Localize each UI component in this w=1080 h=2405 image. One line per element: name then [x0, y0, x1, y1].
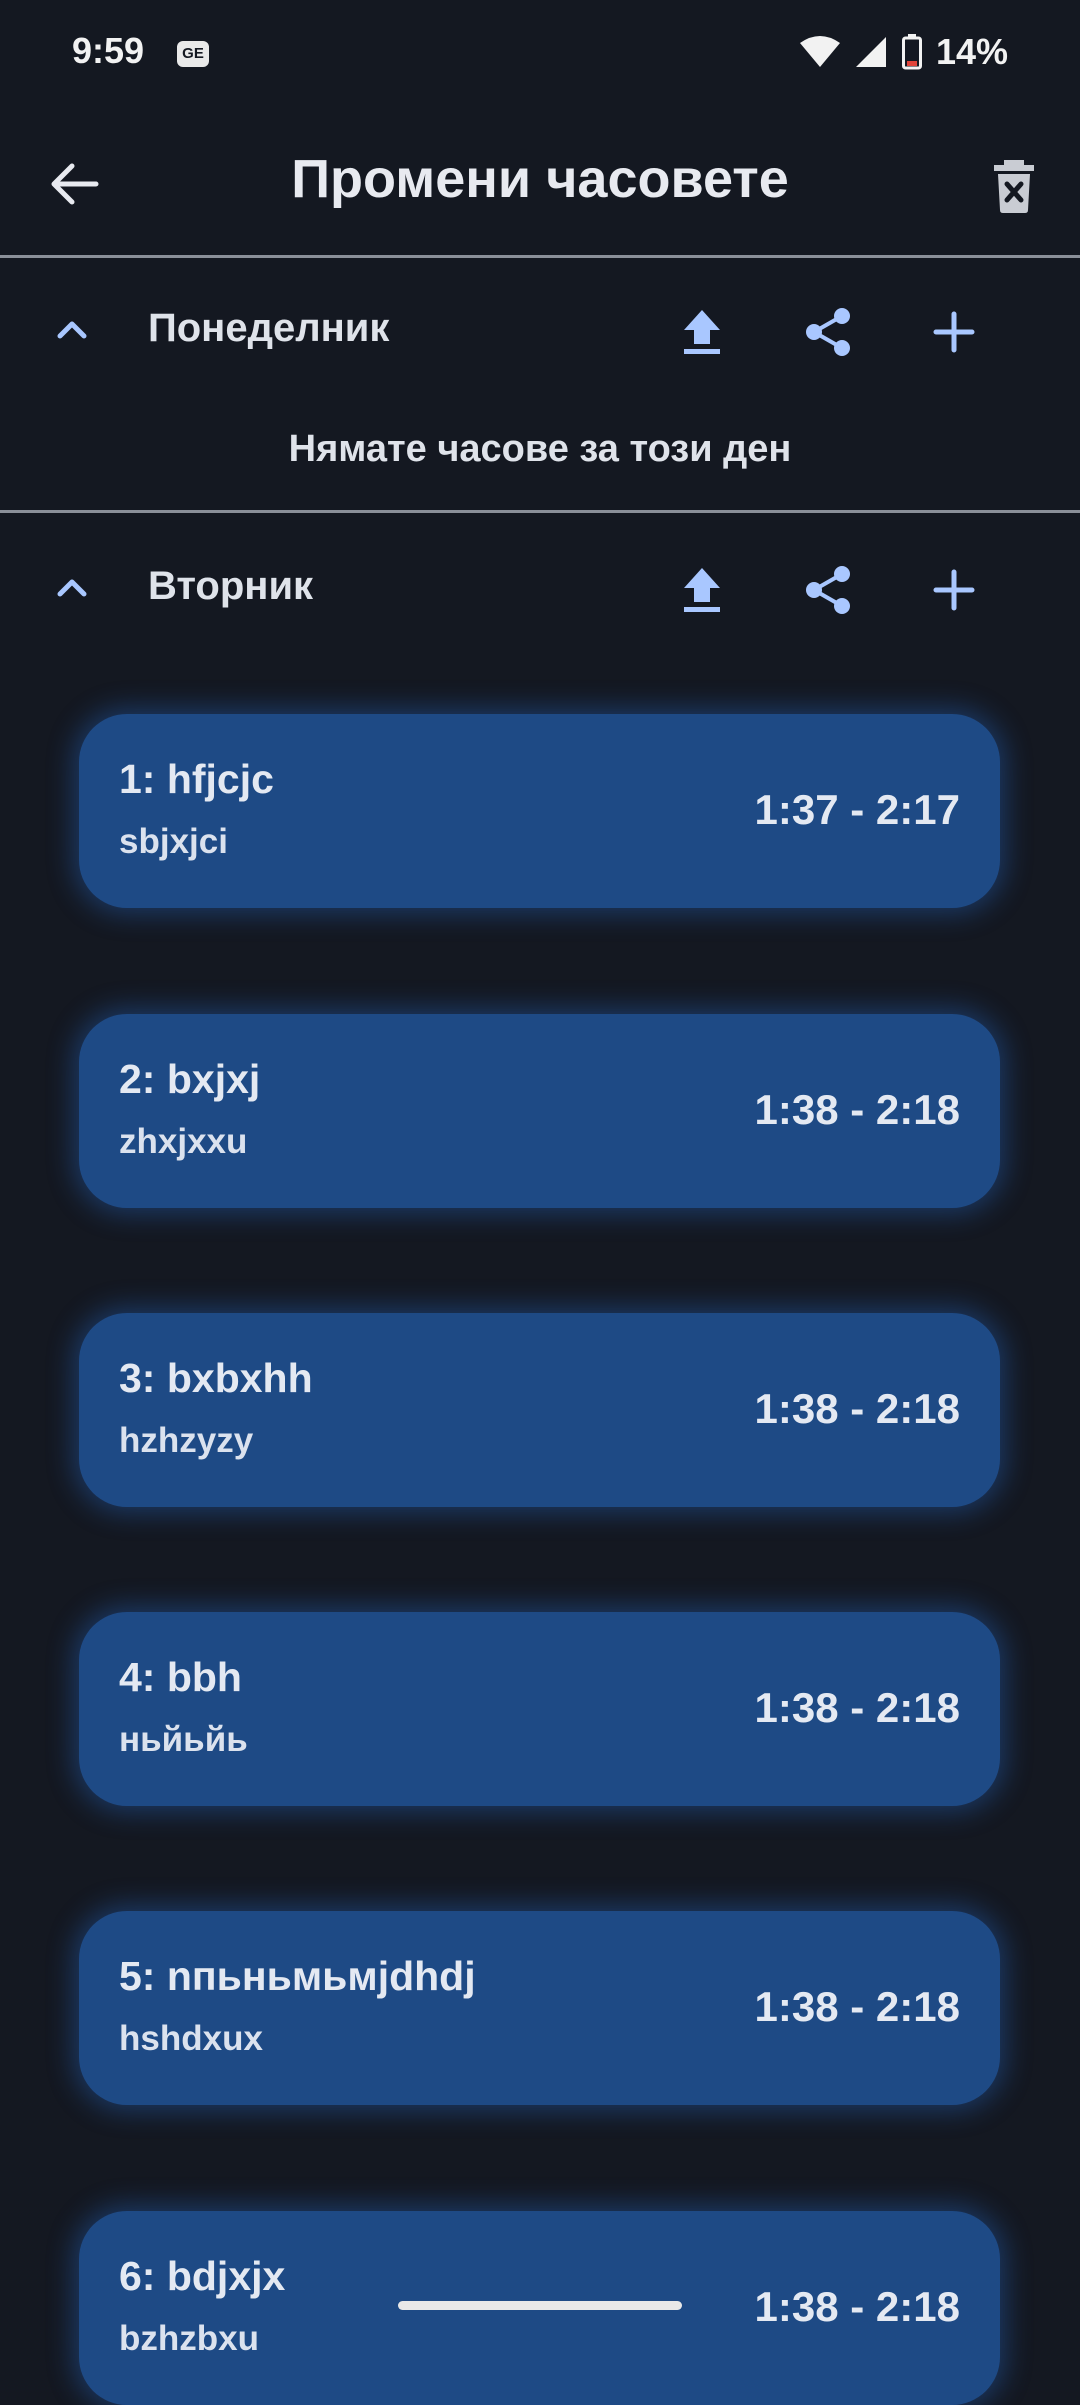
lesson-subtitle: bzhzbxu: [119, 2319, 259, 2358]
lesson-card[interactable]: 2: bxjxj zhxjxxu 1:38 - 2:18: [79, 1014, 1000, 1208]
wifi-icon: [799, 36, 840, 67]
lesson-time: 1:38 - 2:18: [754, 1086, 960, 1133]
app-bar: Промени часовете: [0, 110, 1080, 256]
delete-icon: [994, 160, 1034, 213]
lesson-time: 1:38 - 2:18: [754, 2283, 960, 2330]
share-button[interactable]: [796, 300, 860, 364]
empty-day-message: Нямате часове за този ден: [288, 428, 792, 470]
share-icon: [806, 308, 850, 356]
signal-icon: [855, 37, 886, 67]
divider: [0, 255, 1080, 258]
lesson-card[interactable]: 1: hfjcjc sbjxjci 1:37 - 2:17: [79, 714, 1000, 908]
lesson-card[interactable]: 3: bxbxhh hzhzyzy 1:38 - 2:18: [79, 1313, 1000, 1507]
section-header-tuesday: Вторник: [0, 528, 1080, 648]
add-button[interactable]: [922, 300, 986, 364]
lesson-subtitle: ньйьйь: [119, 1720, 248, 1759]
lesson-title: 4: bbh: [119, 1654, 242, 1700]
add-icon: [933, 311, 975, 353]
chevron-up-icon: [57, 321, 87, 339]
status-time: 9:59: [72, 30, 145, 71]
day-name: Вторник: [148, 564, 314, 608]
divider: [0, 510, 1080, 513]
lesson-subtitle: hshdxux: [119, 2019, 263, 2058]
page-title: Промени часовете: [291, 149, 789, 209]
lesson-title: 5: nпьньмьмjdhdj: [119, 1953, 476, 1999]
battery-percent: 14%: [935, 31, 1008, 72]
lesson-card[interactable]: 4: bbh ньйьйь 1:38 - 2:18: [79, 1612, 1000, 1806]
delete-button[interactable]: [978, 150, 1050, 222]
notification-badge-icon: GE: [177, 41, 209, 67]
share-icon: [806, 566, 850, 614]
lesson-title: 2: bxjxj: [119, 1056, 261, 1102]
upload-icon: [684, 568, 720, 612]
share-button[interactable]: [796, 558, 860, 622]
lesson-subtitle: sbjxjci: [119, 822, 228, 861]
battery-icon: [901, 34, 922, 70]
lesson-title: 3: bxbxhh: [119, 1355, 313, 1401]
lesson-time: 1:38 - 2:18: [754, 1684, 960, 1731]
lesson-time: 1:37 - 2:17: [754, 786, 960, 833]
lesson-subtitle: zhxjxxu: [119, 1122, 248, 1161]
upload-button[interactable]: [670, 300, 734, 364]
lesson-title: 6: bdjxjx: [119, 2253, 286, 2299]
section-header-monday: Понеделник: [0, 270, 1080, 390]
collapse-toggle[interactable]: [48, 564, 96, 612]
gesture-nav-bar[interactable]: [398, 2301, 682, 2310]
lesson-time: 1:38 - 2:18: [754, 1385, 960, 1432]
lesson-time: 1:38 - 2:18: [754, 1983, 960, 2030]
day-name: Понеделник: [148, 306, 390, 350]
upload-icon: [684, 310, 720, 354]
lesson-card[interactable]: 5: nпьньмьмjdhdj hshdxux 1:38 - 2:18: [79, 1911, 1000, 2105]
collapse-toggle[interactable]: [48, 306, 96, 354]
status-icons: 14%: [799, 30, 1008, 74]
upload-button[interactable]: [670, 558, 734, 622]
chevron-up-icon: [57, 579, 87, 597]
status-bar: 9:59 GE 14%: [0, 0, 1080, 110]
add-button[interactable]: [922, 558, 986, 622]
lesson-subtitle: hzhzyzy: [119, 1421, 254, 1460]
add-icon: [933, 569, 975, 611]
lesson-title: 1: hfjcjc: [119, 756, 274, 802]
